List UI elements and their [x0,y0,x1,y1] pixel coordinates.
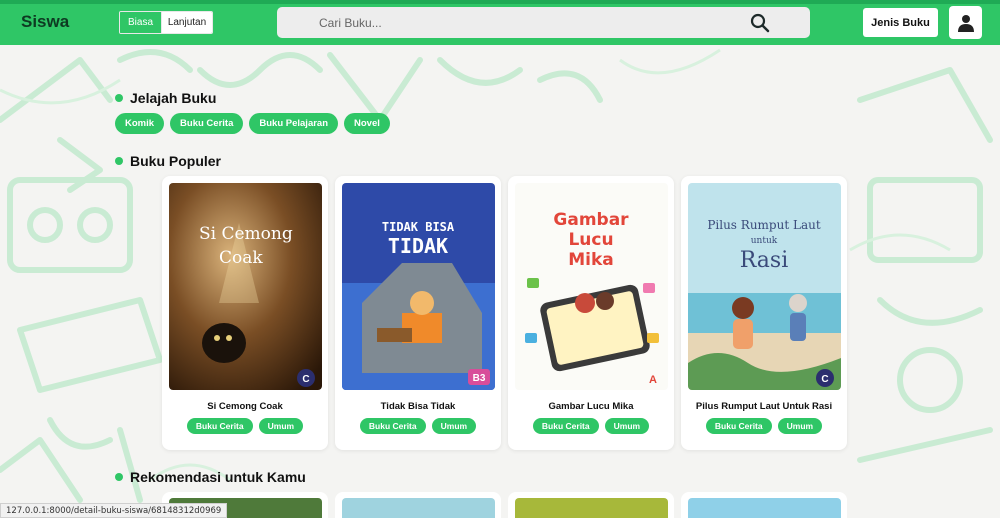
search-icon[interactable] [750,13,770,33]
recommended-books-row [162,492,847,518]
svg-text:Lucu: Lucu [568,230,613,250]
section-bullet [115,157,123,165]
book-cover[interactable] [342,498,495,518]
section-title-recommend: Rekomendasi untuk Kamu [115,469,306,485]
book-cover[interactable] [515,498,668,518]
svg-text:untuk: untuk [751,236,778,246]
book-tag[interactable]: Umum [604,418,650,434]
genre-dropdown-button[interactable]: Jenis Buku [863,8,938,37]
popular-books-row: Si Cemong Coak C Si Cemong Coak Buku Cer… [162,176,847,450]
svg-text:Gambar: Gambar [553,210,629,230]
svg-text:TIDAK: TIDAK [388,234,448,258]
category-chip-novel[interactable]: Novel [344,113,390,134]
mode-basic-button[interactable]: Biasa [120,12,162,33]
book-tag[interactable]: Umum [431,418,477,434]
book-cover[interactable]: Gambar Lucu Mika A [515,183,668,390]
svg-text:B3: B3 [473,373,486,384]
search-bar [277,7,810,38]
book-tag[interactable]: Buku Cerita [359,418,426,434]
user-profile-button[interactable] [949,6,982,39]
book-tags: Buku Cerita Umum [508,418,674,434]
svg-text:Rasi: Rasi [740,248,789,273]
book-cover[interactable] [688,498,841,518]
book-tags: Buku Cerita Umum [162,418,328,434]
book-card[interactable]: Gambar Lucu Mika A Gambar Lucu Mika Buku… [508,176,674,450]
svg-text:Si Cemong: Si Cemong [199,224,293,244]
book-card[interactable] [681,492,847,518]
svg-text:C: C [821,374,828,385]
book-tag[interactable]: Umum [258,418,304,434]
section-bullet [115,473,123,481]
mode-advanced-button[interactable]: Lanjutan [162,12,212,33]
category-chip-story[interactable]: Buku Cerita [170,113,244,134]
category-chip-textbook[interactable]: Buku Pelajaran [249,113,339,134]
book-tag[interactable]: Buku Cerita [186,418,253,434]
svg-text:Pilus Rumput Laut: Pilus Rumput Laut [707,218,820,232]
svg-text:A: A [649,374,657,386]
user-icon [957,14,974,32]
book-cover[interactable]: Pilus Rumput Laut untuk Rasi C [688,183,841,390]
book-tags: Buku Cerita Umum [681,418,847,434]
brand-logo[interactable]: Siswa [21,12,69,32]
status-bar-url: 127.0.0.1:8000/detail-buku-siswa/6814831… [0,503,228,518]
book-tag[interactable]: Umum [777,418,823,434]
book-card[interactable]: Si Cemong Coak C Si Cemong Coak Buku Cer… [162,176,328,450]
book-cover[interactable]: Si Cemong Coak C [169,183,322,390]
book-card[interactable] [335,492,501,518]
book-card[interactable]: Pilus Rumput Laut untuk Rasi C Pilus Rum… [681,176,847,450]
book-tag[interactable]: Buku Cerita [705,418,772,434]
svg-text:TIDAK BISA: TIDAK BISA [382,220,455,234]
section-title-popular: Buku Populer [115,153,221,169]
svg-text:C: C [302,374,309,385]
book-card[interactable] [508,492,674,518]
svg-text:Coak: Coak [219,248,263,268]
category-chip-comic[interactable]: Komik [115,113,165,134]
section-bullet [115,94,123,102]
book-title[interactable]: Si Cemong Coak [162,401,328,412]
book-tags: Buku Cerita Umum [335,418,501,434]
section-title-explore: Jelajah Buku [115,90,216,106]
book-cover[interactable]: TIDAK BISA TIDAK B3 [342,183,495,390]
book-title[interactable]: Tidak Bisa Tidak [335,401,501,412]
book-title[interactable]: Gambar Lucu Mika [508,401,674,412]
book-title[interactable]: Pilus Rumput Laut Untuk Rasi [681,401,847,412]
svg-text:Mika: Mika [568,250,614,270]
book-tag[interactable]: Buku Cerita [532,418,599,434]
mode-toggle: Biasa Lanjutan [119,11,213,34]
top-navbar: Siswa Biasa Lanjutan Jenis Buku [0,0,1000,45]
search-input[interactable] [319,15,739,30]
book-card[interactable]: TIDAK BISA TIDAK B3 Tidak Bisa Tidak Buk… [335,176,501,450]
category-chips: Komik Buku Cerita Buku Pelajaran Novel [115,113,390,134]
